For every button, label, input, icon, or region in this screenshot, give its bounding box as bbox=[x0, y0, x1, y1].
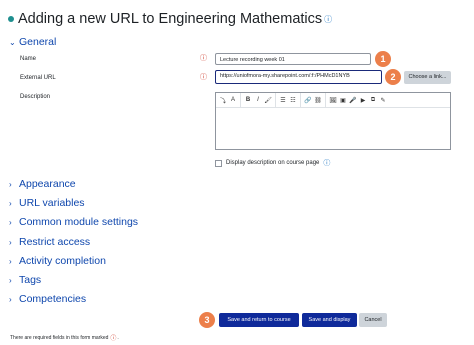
unordered-list-icon[interactable]: ☰ bbox=[278, 97, 288, 104]
section-general[interactable]: ⌄ General bbox=[9, 36, 56, 48]
display-description-row: Display description on course page ⓘ bbox=[215, 158, 330, 168]
toolbar-group-2: B I 🖌 bbox=[241, 93, 276, 107]
toolbar-group-4: 🔗 ⛓ bbox=[301, 93, 326, 107]
image-icon[interactable]: 🖼 bbox=[328, 97, 338, 104]
media-icon[interactable]: ▣ bbox=[338, 97, 348, 104]
display-description-checkbox[interactable] bbox=[215, 159, 222, 167]
section-label: URL variables bbox=[19, 197, 85, 209]
required-icon: ⓘ bbox=[200, 74, 207, 81]
chevron-right-icon: › bbox=[9, 256, 12, 266]
name-label: Name bbox=[20, 56, 37, 62]
chevron-right-icon: › bbox=[9, 275, 12, 285]
help-icon[interactable]: ⓘ bbox=[324, 14, 332, 25]
section-label: Restrict access bbox=[19, 236, 91, 248]
choose-link-button[interactable]: Choose a link... bbox=[404, 71, 451, 84]
editor-toolbar: ⤵ A B I 🖌 ☰ ☷ 🔗 ⛓ 🖼 ▣ 🎤 ▶ ⧉ ✎ bbox=[216, 93, 450, 108]
section-label: Appearance bbox=[19, 178, 76, 190]
description-label: Description bbox=[20, 94, 51, 100]
toolbar-group-3: ☰ ☷ bbox=[276, 93, 301, 107]
chevron-right-icon: › bbox=[9, 217, 12, 227]
toolbar-group-5: 🖼 ▣ 🎤 ▶ ⧉ ✎ bbox=[326, 93, 390, 107]
chevron-right-icon: › bbox=[9, 294, 12, 304]
required-icon: ⓘ bbox=[200, 55, 207, 62]
chevron-down-icon: ⌄ bbox=[9, 37, 16, 47]
display-description-label: Display description on course page bbox=[226, 160, 320, 166]
description-editor: ⤵ A B I 🖌 ☰ ☷ 🔗 ⛓ 🖼 ▣ 🎤 ▶ ⧉ ✎ bbox=[215, 92, 451, 150]
step-badge-3: 3 bbox=[199, 312, 215, 328]
external-url-field[interactable]: https://uniofmora-my.sharepoint.com/:f:/… bbox=[215, 70, 382, 84]
period: . bbox=[117, 334, 119, 341]
unlink-icon[interactable]: ⛓ bbox=[313, 97, 323, 104]
accessibility-checker-icon[interactable]: ✎ bbox=[378, 97, 388, 104]
section-appearance[interactable]: › Appearance bbox=[9, 178, 76, 190]
cancel-button[interactable]: Cancel bbox=[359, 313, 387, 327]
save-and-display-button[interactable]: Save and display bbox=[302, 313, 357, 327]
section-restrict-access[interactable]: › Restrict access bbox=[9, 236, 90, 248]
record-video-icon[interactable]: ▶ bbox=[358, 97, 368, 104]
url-label: External URL bbox=[20, 75, 56, 81]
page-title-row: Adding a new URL to Engineering Mathemat… bbox=[8, 9, 332, 29]
font-color-icon[interactable]: 🖌 bbox=[263, 97, 273, 104]
ordered-list-icon[interactable]: ☷ bbox=[288, 97, 298, 104]
section-competencies[interactable]: › Competencies bbox=[9, 293, 86, 305]
step-badge-2: 2 bbox=[385, 69, 401, 85]
required-icon: ⓘ bbox=[110, 336, 117, 342]
title-status-icon bbox=[8, 16, 14, 22]
section-label: Competencies bbox=[19, 293, 87, 305]
text-style-icon[interactable]: A bbox=[228, 97, 238, 103]
chevron-right-icon: › bbox=[9, 237, 12, 247]
save-and-return-button[interactable]: Save and return to course bbox=[219, 313, 299, 327]
section-general-label: General bbox=[19, 36, 57, 48]
link-icon[interactable]: 🔗 bbox=[303, 97, 313, 104]
chevron-right-icon: › bbox=[9, 179, 12, 189]
italic-icon[interactable]: I bbox=[253, 97, 263, 103]
show-more-icon[interactable]: ⤵ bbox=[218, 96, 228, 105]
section-activity-completion[interactable]: › Activity completion bbox=[9, 255, 106, 267]
manage-files-icon[interactable]: ⧉ bbox=[368, 97, 378, 104]
section-label: Common module settings bbox=[19, 216, 139, 228]
page-title: Adding a new URL to Engineering Mathemat… bbox=[18, 11, 323, 27]
bold-icon[interactable]: B bbox=[243, 97, 253, 103]
record-audio-icon[interactable]: 🎤 bbox=[348, 97, 358, 104]
section-url-variables[interactable]: › URL variables bbox=[9, 197, 85, 209]
chevron-right-icon: › bbox=[9, 198, 12, 208]
required-fields-note: There are required fields in this form m… bbox=[10, 333, 119, 343]
section-common-module-settings[interactable]: › Common module settings bbox=[9, 216, 138, 228]
section-label: Activity completion bbox=[19, 255, 106, 267]
section-label: Tags bbox=[19, 274, 42, 286]
step-badge-1: 1 bbox=[375, 51, 391, 67]
section-tags[interactable]: › Tags bbox=[9, 274, 41, 286]
required-fields-text: There are required fields in this form m… bbox=[10, 334, 109, 341]
name-field[interactable]: Lecture recording week 01 bbox=[215, 53, 371, 65]
toolbar-group-1: ⤵ A bbox=[216, 93, 241, 107]
help-icon[interactable]: ⓘ bbox=[323, 158, 330, 168]
